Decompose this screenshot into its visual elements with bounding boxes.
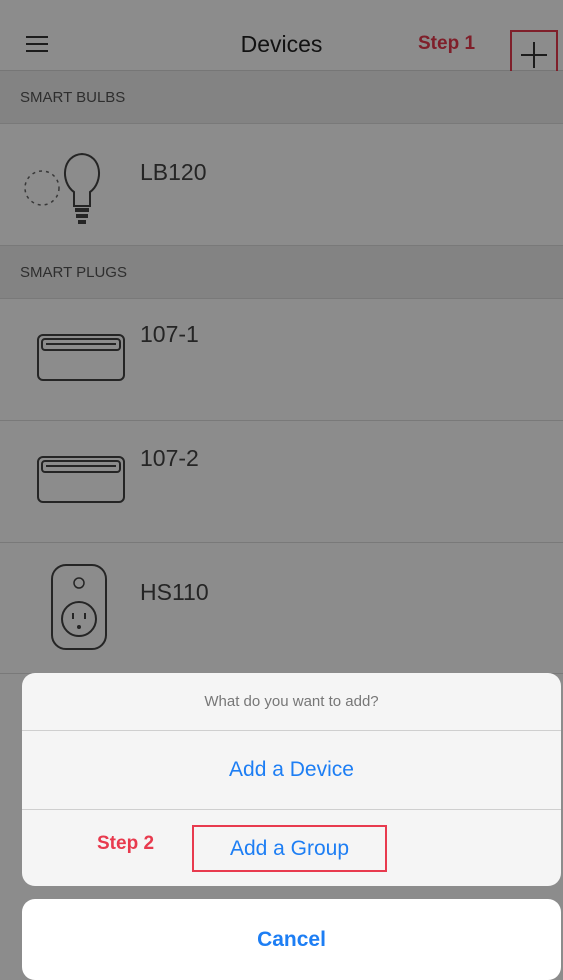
add-device-option[interactable]: Add a Device (22, 731, 561, 810)
cancel-button[interactable]: Cancel (22, 899, 561, 980)
add-group-row: Step 2 Add a Group (22, 810, 561, 886)
add-group-option[interactable]: Add a Group (192, 825, 387, 872)
add-action-sheet: What do you want to add? Add a Device St… (22, 673, 561, 886)
action-sheet-title: What do you want to add? (22, 673, 561, 731)
step2-annotation: Step 2 (97, 833, 155, 854)
